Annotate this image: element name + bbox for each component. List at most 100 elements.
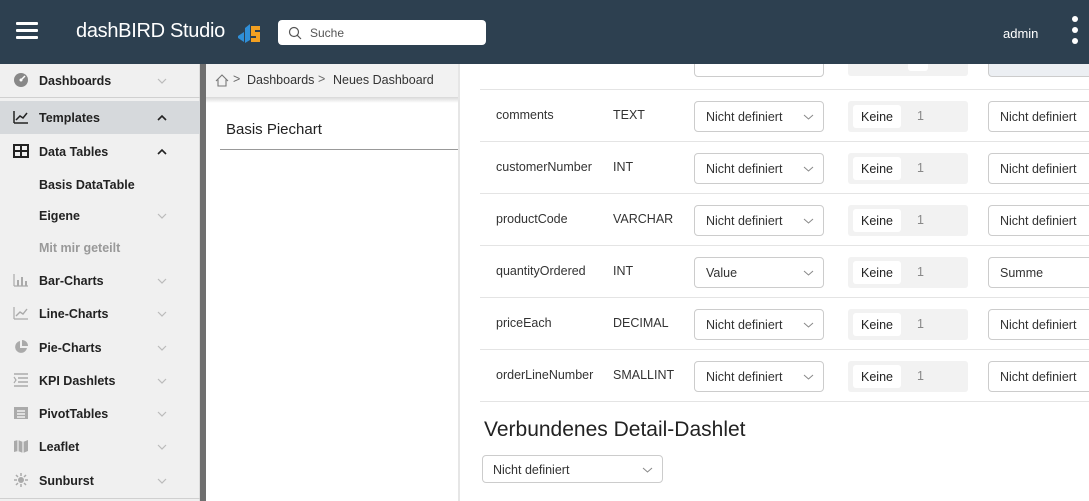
line-chart-icon bbox=[13, 111, 28, 124]
detail-dashlet-value: Nicht definiert bbox=[493, 463, 570, 477]
group-toggle-button[interactable]: Keine bbox=[853, 261, 901, 284]
menu-icon[interactable] bbox=[16, 22, 38, 40]
more-options-icon[interactable] bbox=[1072, 16, 1080, 46]
chevron-down-icon bbox=[157, 378, 167, 384]
sidebar-item-label: Pie-Charts bbox=[39, 340, 102, 355]
search-box[interactable] bbox=[278, 20, 486, 45]
aggregation-select[interactable]: Nicht definiert bbox=[988, 361, 1089, 392]
group-toggle-button[interactable]: Keine bbox=[853, 365, 901, 388]
sidebar-item-label: Leaflet bbox=[39, 439, 80, 454]
chevron-down-icon bbox=[803, 218, 814, 224]
sidebar-item-templates[interactable]: Templates bbox=[0, 101, 200, 134]
sunburst-icon bbox=[14, 473, 28, 487]
chevron-down-icon bbox=[803, 270, 814, 276]
aggregation-select[interactable]: Nicht definiert bbox=[988, 101, 1089, 132]
sidebar-item-leaflet[interactable]: Leaflet bbox=[0, 430, 200, 463]
divider bbox=[0, 97, 200, 98]
breadcrumb-item[interactable]: Dashboards bbox=[247, 73, 314, 87]
group-toggle-button[interactable]: Keine bbox=[853, 209, 901, 232]
field-type: INT bbox=[613, 264, 634, 278]
breadcrumb-separator: > bbox=[318, 72, 326, 86]
breadcrumb: > Dashboards > Neues Dashboard bbox=[206, 64, 458, 97]
sidebar-item-label: Basis DataTable bbox=[39, 177, 135, 192]
sidebar-item-pivottables[interactable]: PivotTables bbox=[0, 397, 200, 430]
group-toggle: Keine 1 bbox=[848, 257, 968, 288]
aggregation-value: Nicht definiert bbox=[1000, 162, 1077, 176]
aggregation-select[interactable]: Nicht definiert bbox=[988, 309, 1089, 340]
chevron-up-icon bbox=[157, 114, 167, 121]
sidebar-item-label: Dashboards bbox=[39, 73, 112, 88]
aggregation-value: Nicht definiert bbox=[1000, 214, 1077, 228]
sidebar-item-dashboards[interactable]: Dashboards bbox=[0, 64, 200, 97]
sidebar-item-bar-charts[interactable]: Bar-Charts bbox=[0, 264, 200, 297]
dashlet-card[interactable]: Basis Piechart bbox=[220, 104, 458, 150]
field-name: comments bbox=[496, 108, 554, 122]
role-select[interactable]: Nicht definiert bbox=[694, 361, 824, 392]
app-brand[interactable]: dashBIRD Studio bbox=[76, 20, 225, 43]
sidebar-item-label: Templates bbox=[39, 110, 100, 125]
group-toggle-button[interactable] bbox=[908, 64, 928, 71]
group-toggle[interactable] bbox=[848, 64, 968, 76]
field-row: orderLineNumber SMALLINT Nicht definiert… bbox=[480, 350, 1089, 402]
aggregation-value: Nicht definiert bbox=[1000, 110, 1077, 124]
table-icon bbox=[13, 144, 29, 158]
chevron-down-icon bbox=[803, 322, 814, 328]
field-row: quantityOrdered INT Value Keine 1 Summe bbox=[480, 246, 1089, 298]
group-toggle: Keine 1 bbox=[848, 153, 968, 184]
group-toggle: Keine 1 bbox=[848, 361, 968, 392]
field-type: SMALLINT bbox=[613, 368, 675, 382]
sidebar-item-label: Sunburst bbox=[39, 473, 94, 488]
aggregation-value: Nicht definiert bbox=[1000, 370, 1077, 384]
sidebar-item-pie-charts[interactable]: Pie-Charts bbox=[0, 331, 200, 364]
role-select[interactable]: Value bbox=[694, 257, 824, 288]
aggregation-value: Summe bbox=[1000, 266, 1044, 280]
chevron-down-icon bbox=[803, 166, 814, 172]
breadcrumb-item[interactable]: Neues Dashboard bbox=[333, 73, 434, 87]
role-select[interactable]: Nicht definiert bbox=[694, 309, 824, 340]
sidebar-item-kpi-dashlets[interactable]: KPI Dashlets bbox=[0, 364, 200, 397]
detail-dashlet-select[interactable]: Nicht definiert bbox=[482, 455, 663, 483]
sidebar-item-mit-mir-geteilt[interactable]: Mit mir geteilt bbox=[0, 231, 200, 264]
field-name: orderLineNumber bbox=[496, 368, 594, 382]
role-select[interactable]: Nicht definiert bbox=[694, 205, 824, 236]
role-select-value: Nicht definiert bbox=[706, 370, 783, 384]
chevron-down-icon bbox=[157, 311, 167, 317]
line-chart-icon bbox=[13, 307, 28, 320]
aggregation-select[interactable]: Summe bbox=[988, 257, 1089, 288]
chevron-down-icon bbox=[803, 374, 814, 380]
role-select[interactable]: Nicht definiert bbox=[694, 153, 824, 184]
role-select-value: Value bbox=[706, 266, 738, 280]
field-config-panel: comments TEXT Nicht definiert Keine 1 Ni… bbox=[460, 64, 1089, 501]
group-toggle-button[interactable]: Keine bbox=[853, 157, 901, 180]
sidebar-item-label: Eigene bbox=[39, 208, 80, 223]
field-type: INT bbox=[613, 160, 634, 174]
sidebar-item-basis-datatable[interactable]: Basis DataTable bbox=[0, 168, 200, 201]
aggregation-select[interactable] bbox=[988, 64, 1089, 77]
sidebar-item-label: Mit mir geteilt bbox=[39, 240, 121, 255]
divider bbox=[0, 498, 200, 499]
user-name[interactable]: admin bbox=[1003, 26, 1038, 41]
search-icon bbox=[288, 26, 302, 39]
sidebar-item-eigene[interactable]: Eigene bbox=[0, 199, 200, 232]
brand-logo-icon bbox=[238, 24, 260, 43]
group-toggle: Keine 1 bbox=[848, 101, 968, 132]
sidebar-item-data-tables[interactable]: Data Tables bbox=[0, 135, 200, 168]
sidebar-item-line-charts[interactable]: Line-Charts bbox=[0, 297, 200, 330]
aggregation-select[interactable]: Nicht definiert bbox=[988, 205, 1089, 236]
sidebar-item-sunburst[interactable]: Sunburst bbox=[0, 464, 200, 497]
search-input[interactable] bbox=[310, 25, 480, 40]
aggregation-select[interactable]: Nicht definiert bbox=[988, 153, 1089, 184]
map-icon bbox=[14, 440, 28, 453]
chevron-down-icon bbox=[642, 467, 653, 473]
group-toggle-button[interactable]: Keine bbox=[853, 105, 901, 128]
group-count: 1 bbox=[917, 109, 924, 123]
field-row: productCode VARCHAR Nicht definiert Kein… bbox=[480, 194, 1089, 246]
chevron-down-icon bbox=[157, 345, 167, 351]
sidebar-item-label: PivotTables bbox=[39, 406, 109, 421]
chevron-down-icon bbox=[157, 278, 167, 284]
field-type: VARCHAR bbox=[613, 212, 674, 226]
group-toggle-button[interactable]: Keine bbox=[853, 313, 901, 336]
role-select[interactable]: Nicht definiert bbox=[694, 101, 824, 132]
home-icon[interactable] bbox=[215, 74, 229, 87]
role-select[interactable] bbox=[694, 64, 824, 77]
